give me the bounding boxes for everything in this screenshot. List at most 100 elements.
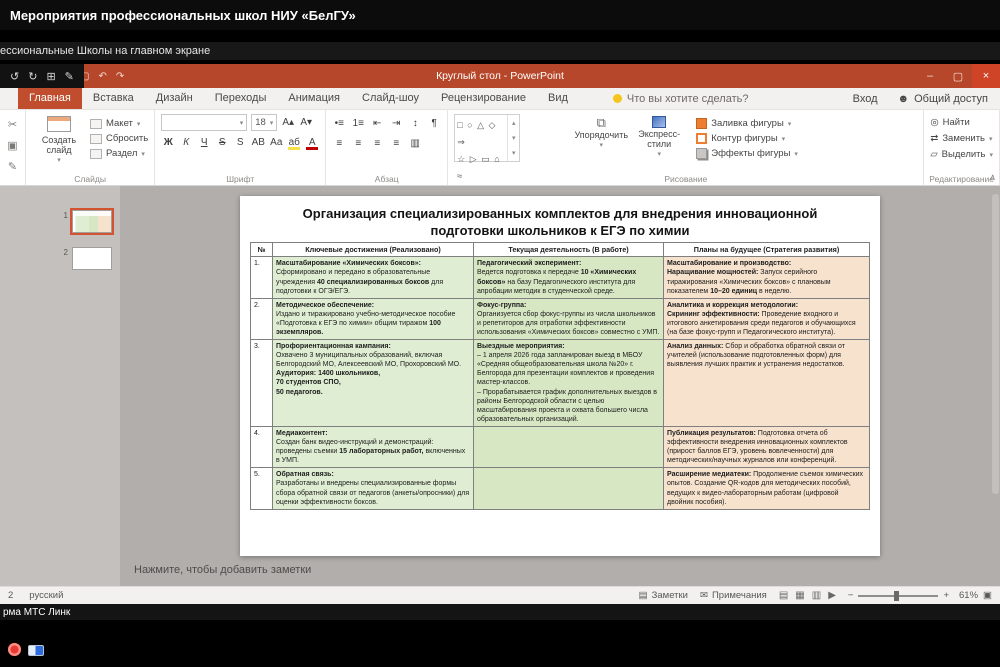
redo-icon[interactable]: ↷ bbox=[116, 71, 124, 82]
slideshow-button[interactable]: ▶ bbox=[828, 590, 836, 601]
cell-achievements: Медиаконтент: Создан банк видео-инструкц… bbox=[273, 427, 474, 468]
notes-toggle[interactable]: ▤ Заметки bbox=[639, 590, 688, 601]
shapes-gallery-scroll[interactable]: ▴ ▾ ▾ bbox=[507, 115, 519, 161]
copy-icon[interactable]: ▣ bbox=[7, 139, 17, 152]
align-center-button[interactable]: ≡ bbox=[351, 136, 365, 151]
format-painter-icon[interactable]: ✎ bbox=[8, 160, 17, 173]
sign-in-link[interactable]: Вход bbox=[853, 93, 878, 105]
find-button[interactable]: ◎Найти bbox=[930, 117, 993, 128]
select-button[interactable]: ▱Выделить▾ bbox=[930, 149, 993, 160]
annot-redo-icon[interactable]: ↻ bbox=[28, 70, 37, 83]
maximize-button[interactable]: ▢ bbox=[944, 64, 972, 88]
tell-me-label: Что вы хотите сделать? bbox=[627, 93, 749, 105]
slide-thumbnail-1[interactable] bbox=[72, 210, 112, 233]
canvas-scrollbar[interactable] bbox=[992, 194, 999, 494]
numbering-button[interactable]: 1≡ bbox=[351, 116, 365, 131]
justify-button[interactable]: ≡ bbox=[389, 136, 403, 151]
strikethrough-button[interactable]: S bbox=[215, 135, 229, 150]
outdent-button[interactable]: ⇤ bbox=[370, 116, 384, 131]
tell-me-box[interactable]: Что вы хотите сделать? bbox=[613, 88, 749, 109]
collapse-ribbon-button[interactable]: ∧ bbox=[989, 172, 996, 183]
annot-undo-icon[interactable]: ↺ bbox=[10, 70, 19, 83]
minimize-button[interactable]: – bbox=[916, 64, 944, 88]
replace-button[interactable]: ⇄Заменить▾ bbox=[930, 133, 993, 144]
shape-fill-button[interactable]: Заливка фигуры▾ bbox=[696, 118, 798, 129]
slide-sorter-button[interactable]: ▦ bbox=[795, 590, 804, 601]
align-right-button[interactable]: ≡ bbox=[370, 136, 384, 151]
close-button[interactable]: × bbox=[972, 64, 1000, 88]
grow-font-button[interactable]: А▴ bbox=[281, 115, 295, 130]
cell-number: 4. bbox=[251, 427, 273, 468]
align-left-button[interactable]: ≡ bbox=[332, 136, 346, 151]
shape-outline-button[interactable]: Контур фигуры▾ bbox=[696, 133, 798, 144]
ribbon-tab-2[interactable]: Вставка bbox=[82, 88, 145, 109]
notes-icon: ▤ bbox=[639, 590, 648, 601]
language-indicator[interactable]: русский bbox=[29, 590, 63, 601]
bullets-button[interactable]: •≡ bbox=[332, 116, 346, 131]
ribbon-tab-1[interactable]: Главная bbox=[18, 88, 82, 109]
section-icon bbox=[90, 149, 102, 159]
slide[interactable]: Организация специализированных комплекто… bbox=[240, 196, 880, 556]
annot-pen-icon[interactable]: ✎ bbox=[65, 70, 74, 83]
highlight-color-button[interactable]: аб bbox=[287, 135, 301, 150]
underline-button[interactable]: Ч bbox=[197, 135, 211, 150]
cut-icon[interactable]: ✂ bbox=[8, 118, 17, 131]
bold-button[interactable]: Ж bbox=[161, 135, 175, 150]
record-indicator[interactable] bbox=[8, 643, 21, 656]
ribbon-tab-8[interactable]: Вид bbox=[537, 88, 579, 109]
gallery-more-icon: ▾ bbox=[512, 149, 516, 157]
chevron-down-icon: ▾ bbox=[989, 151, 993, 159]
share-button[interactable]: ☻ Общий доступ bbox=[898, 93, 988, 105]
cell-current: Фокус-группа: Организуется сбор фокус-гр… bbox=[474, 299, 664, 340]
italic-button[interactable]: К bbox=[179, 135, 193, 150]
notes-placeholder[interactable]: Нажмите, чтобы добавить заметки bbox=[134, 564, 311, 576]
annot-grid-icon[interactable]: ⊞ bbox=[46, 70, 55, 83]
line-spacing-button[interactable]: ↕ bbox=[408, 116, 422, 131]
slides-minibuttons: Макет▾ Сбросить Раздел▾ bbox=[90, 114, 148, 159]
undo-icon[interactable]: ↶ bbox=[98, 71, 106, 82]
cell-achievements: Масштабирование «Химических боксов»: Сфо… bbox=[273, 257, 474, 298]
ribbon-tab-5[interactable]: Анимация bbox=[277, 88, 351, 109]
text-direction-button[interactable]: ¶ bbox=[427, 116, 441, 131]
columns-button[interactable]: ▥ bbox=[408, 136, 422, 151]
table-row: 5.Обратная связь: Разработаны и внедрены… bbox=[251, 468, 870, 509]
indent-button[interactable]: ⇥ bbox=[389, 116, 403, 131]
layout-button[interactable]: Макет▾ bbox=[90, 118, 148, 129]
zoom-out-button[interactable]: − bbox=[848, 590, 854, 601]
reading-view-button[interactable]: ▥ bbox=[812, 590, 821, 601]
zoom-percentage[interactable]: 61% bbox=[954, 590, 978, 601]
slide-title-line-2: подготовки школьников к ЕГЭ по химии bbox=[250, 223, 870, 240]
comments-toggle[interactable]: ✉ Примечания bbox=[700, 590, 767, 601]
zoom-slider[interactable] bbox=[858, 595, 938, 597]
window-preview-icon[interactable] bbox=[28, 645, 44, 656]
change-case-button[interactable]: Аа bbox=[269, 135, 283, 150]
zoom-slider-thumb[interactable] bbox=[894, 591, 899, 601]
chevron-down-icon: ▾ bbox=[788, 120, 792, 128]
tab-list: ГлавнаяВставкаДизайнПереходыАнимацияСлай… bbox=[18, 88, 579, 109]
text-shadow-button[interactable]: S bbox=[233, 135, 247, 150]
find-icon: ◎ bbox=[930, 117, 938, 128]
new-slide-button[interactable]: Создать слайд ▾ bbox=[32, 114, 86, 164]
ribbon-tab-3[interactable]: Дизайн bbox=[145, 88, 204, 109]
ribbon: ✂ ▣ ✎ Создать слайд ▾ Макет▾ Сбросить Ра… bbox=[0, 110, 1000, 186]
font-name-combo[interactable]: ▾ bbox=[161, 114, 247, 131]
normal-view-button[interactable]: ▤ bbox=[779, 590, 788, 601]
quick-styles-button[interactable]: Экспресс-стили ▾ bbox=[630, 114, 688, 158]
ribbon-tab-7[interactable]: Рецензирование bbox=[430, 88, 537, 109]
font-color-button[interactable]: А bbox=[305, 135, 319, 150]
fit-to-window-button[interactable]: ▣ bbox=[983, 590, 992, 601]
share-banner: ессиональные Школы на главном экране bbox=[0, 42, 1000, 60]
ribbon-tab-4[interactable]: Переходы bbox=[204, 88, 278, 109]
zoom-in-button[interactable]: + bbox=[943, 590, 949, 601]
shrink-font-button[interactable]: А▾ bbox=[299, 115, 313, 130]
arrange-button[interactable]: ⧉ Упорядочить ▾ bbox=[572, 114, 630, 149]
section-button[interactable]: Раздел▾ bbox=[90, 148, 148, 159]
slide-thumbnail-2[interactable] bbox=[72, 247, 112, 270]
shapes-gallery[interactable]: □ ○ △ ◇ ⇒ ☆ ▷ ▭ ⌂ ≈ ▴ ▾ ▾ bbox=[454, 114, 520, 162]
reset-button[interactable]: Сбросить bbox=[90, 133, 148, 144]
shape-effects-button[interactable]: Эффекты фигуры▾ bbox=[696, 148, 798, 159]
character-spacing-button[interactable]: АВ bbox=[251, 135, 265, 150]
ribbon-tab-6[interactable]: Слайд-шоу bbox=[351, 88, 430, 109]
chevron-down-icon: ▾ bbox=[989, 135, 993, 143]
font-size-combo[interactable]: 18▾ bbox=[251, 114, 277, 131]
